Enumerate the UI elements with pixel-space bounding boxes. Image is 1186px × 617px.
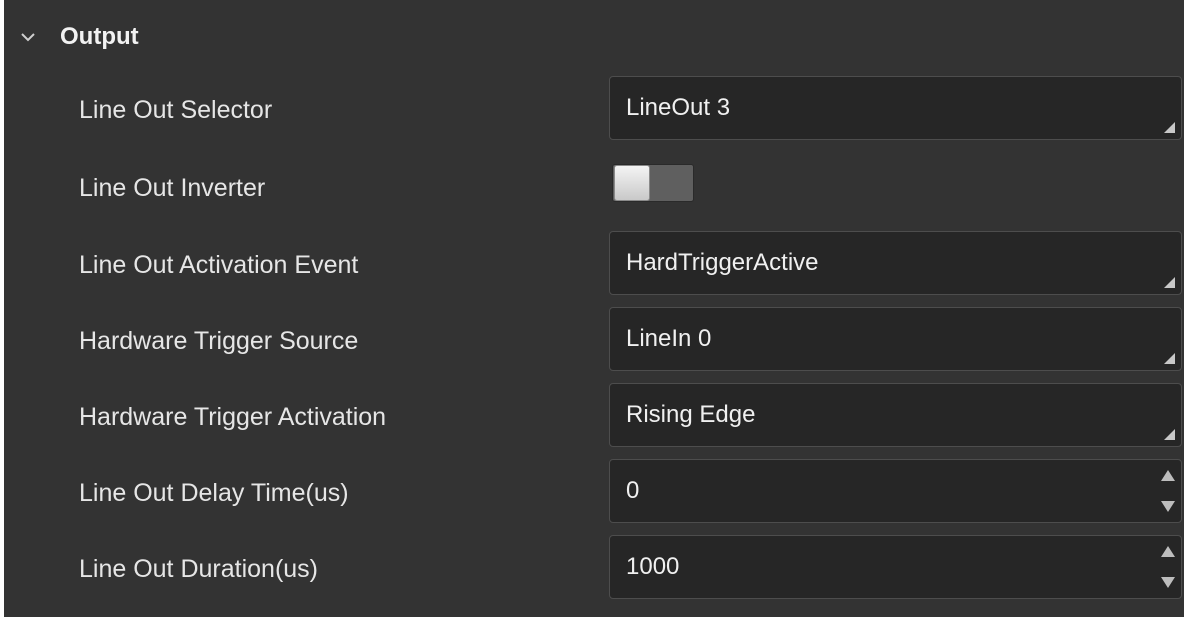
- dropdown-value: HardTriggerActive: [626, 249, 819, 276]
- dropdown-arrow-icon: [1164, 277, 1175, 288]
- spinbox-value: 1000: [626, 553, 680, 580]
- spin-up-icon[interactable]: [1161, 470, 1175, 481]
- section-title: Output: [60, 23, 139, 50]
- property-label: Hardware Trigger Activation: [79, 402, 387, 431]
- dropdown-value: Rising Edge: [626, 401, 756, 428]
- property-label: Line Out Activation Event: [79, 250, 359, 279]
- chevron-down-icon[interactable]: [18, 27, 38, 47]
- line-out-activation-event-dropdown[interactable]: HardTriggerActive: [609, 231, 1182, 295]
- line-out-selector-dropdown[interactable]: LineOut 3: [609, 76, 1182, 140]
- property-row-line-out-selector: Line Out Selector LineOut 3: [4, 72, 1184, 148]
- section-header-output[interactable]: Output: [4, 0, 1184, 78]
- hardware-trigger-activation-dropdown[interactable]: Rising Edge: [609, 383, 1182, 447]
- property-label: Line Out Inverter: [79, 173, 266, 202]
- property-label: Line Out Delay Time(us): [79, 478, 349, 507]
- property-row-line-out-inverter: Line Out Inverter: [4, 150, 1184, 226]
- spin-up-icon[interactable]: [1161, 546, 1175, 557]
- dropdown-arrow-icon: [1164, 353, 1175, 364]
- dropdown-arrow-icon: [1164, 122, 1175, 133]
- line-out-inverter-toggle[interactable]: [612, 164, 694, 202]
- dropdown-value: LineIn 0: [626, 325, 712, 352]
- property-label: Hardware Trigger Source: [79, 326, 359, 355]
- dropdown-arrow-icon: [1164, 429, 1175, 440]
- property-label: Line Out Duration(us): [79, 554, 319, 583]
- dropdown-value: LineOut 3: [626, 94, 731, 121]
- property-row-line-out-duration: Line Out Duration(us) 1000: [4, 531, 1184, 607]
- property-row-hardware-trigger-source: Hardware Trigger Source LineIn 0: [4, 303, 1184, 379]
- line-out-delay-time-spinbox[interactable]: 0: [609, 459, 1182, 523]
- properties-panel: Output Line Out Selector LineOut 3 Line …: [4, 0, 1184, 617]
- hardware-trigger-source-dropdown[interactable]: LineIn 0: [609, 307, 1182, 371]
- property-label: Line Out Selector: [79, 95, 273, 124]
- property-row-hardware-trigger-activation: Hardware Trigger Activation Rising Edge: [4, 379, 1184, 455]
- line-out-duration-spinbox[interactable]: 1000: [609, 535, 1182, 599]
- spinbox-value: 0: [626, 477, 640, 504]
- property-row-line-out-activation-event: Line Out Activation Event HardTriggerAct…: [4, 227, 1184, 303]
- spin-down-icon[interactable]: [1161, 577, 1175, 588]
- property-row-line-out-delay-time: Line Out Delay Time(us) 0: [4, 455, 1184, 531]
- spin-down-icon[interactable]: [1161, 501, 1175, 512]
- toggle-knob: [614, 165, 650, 201]
